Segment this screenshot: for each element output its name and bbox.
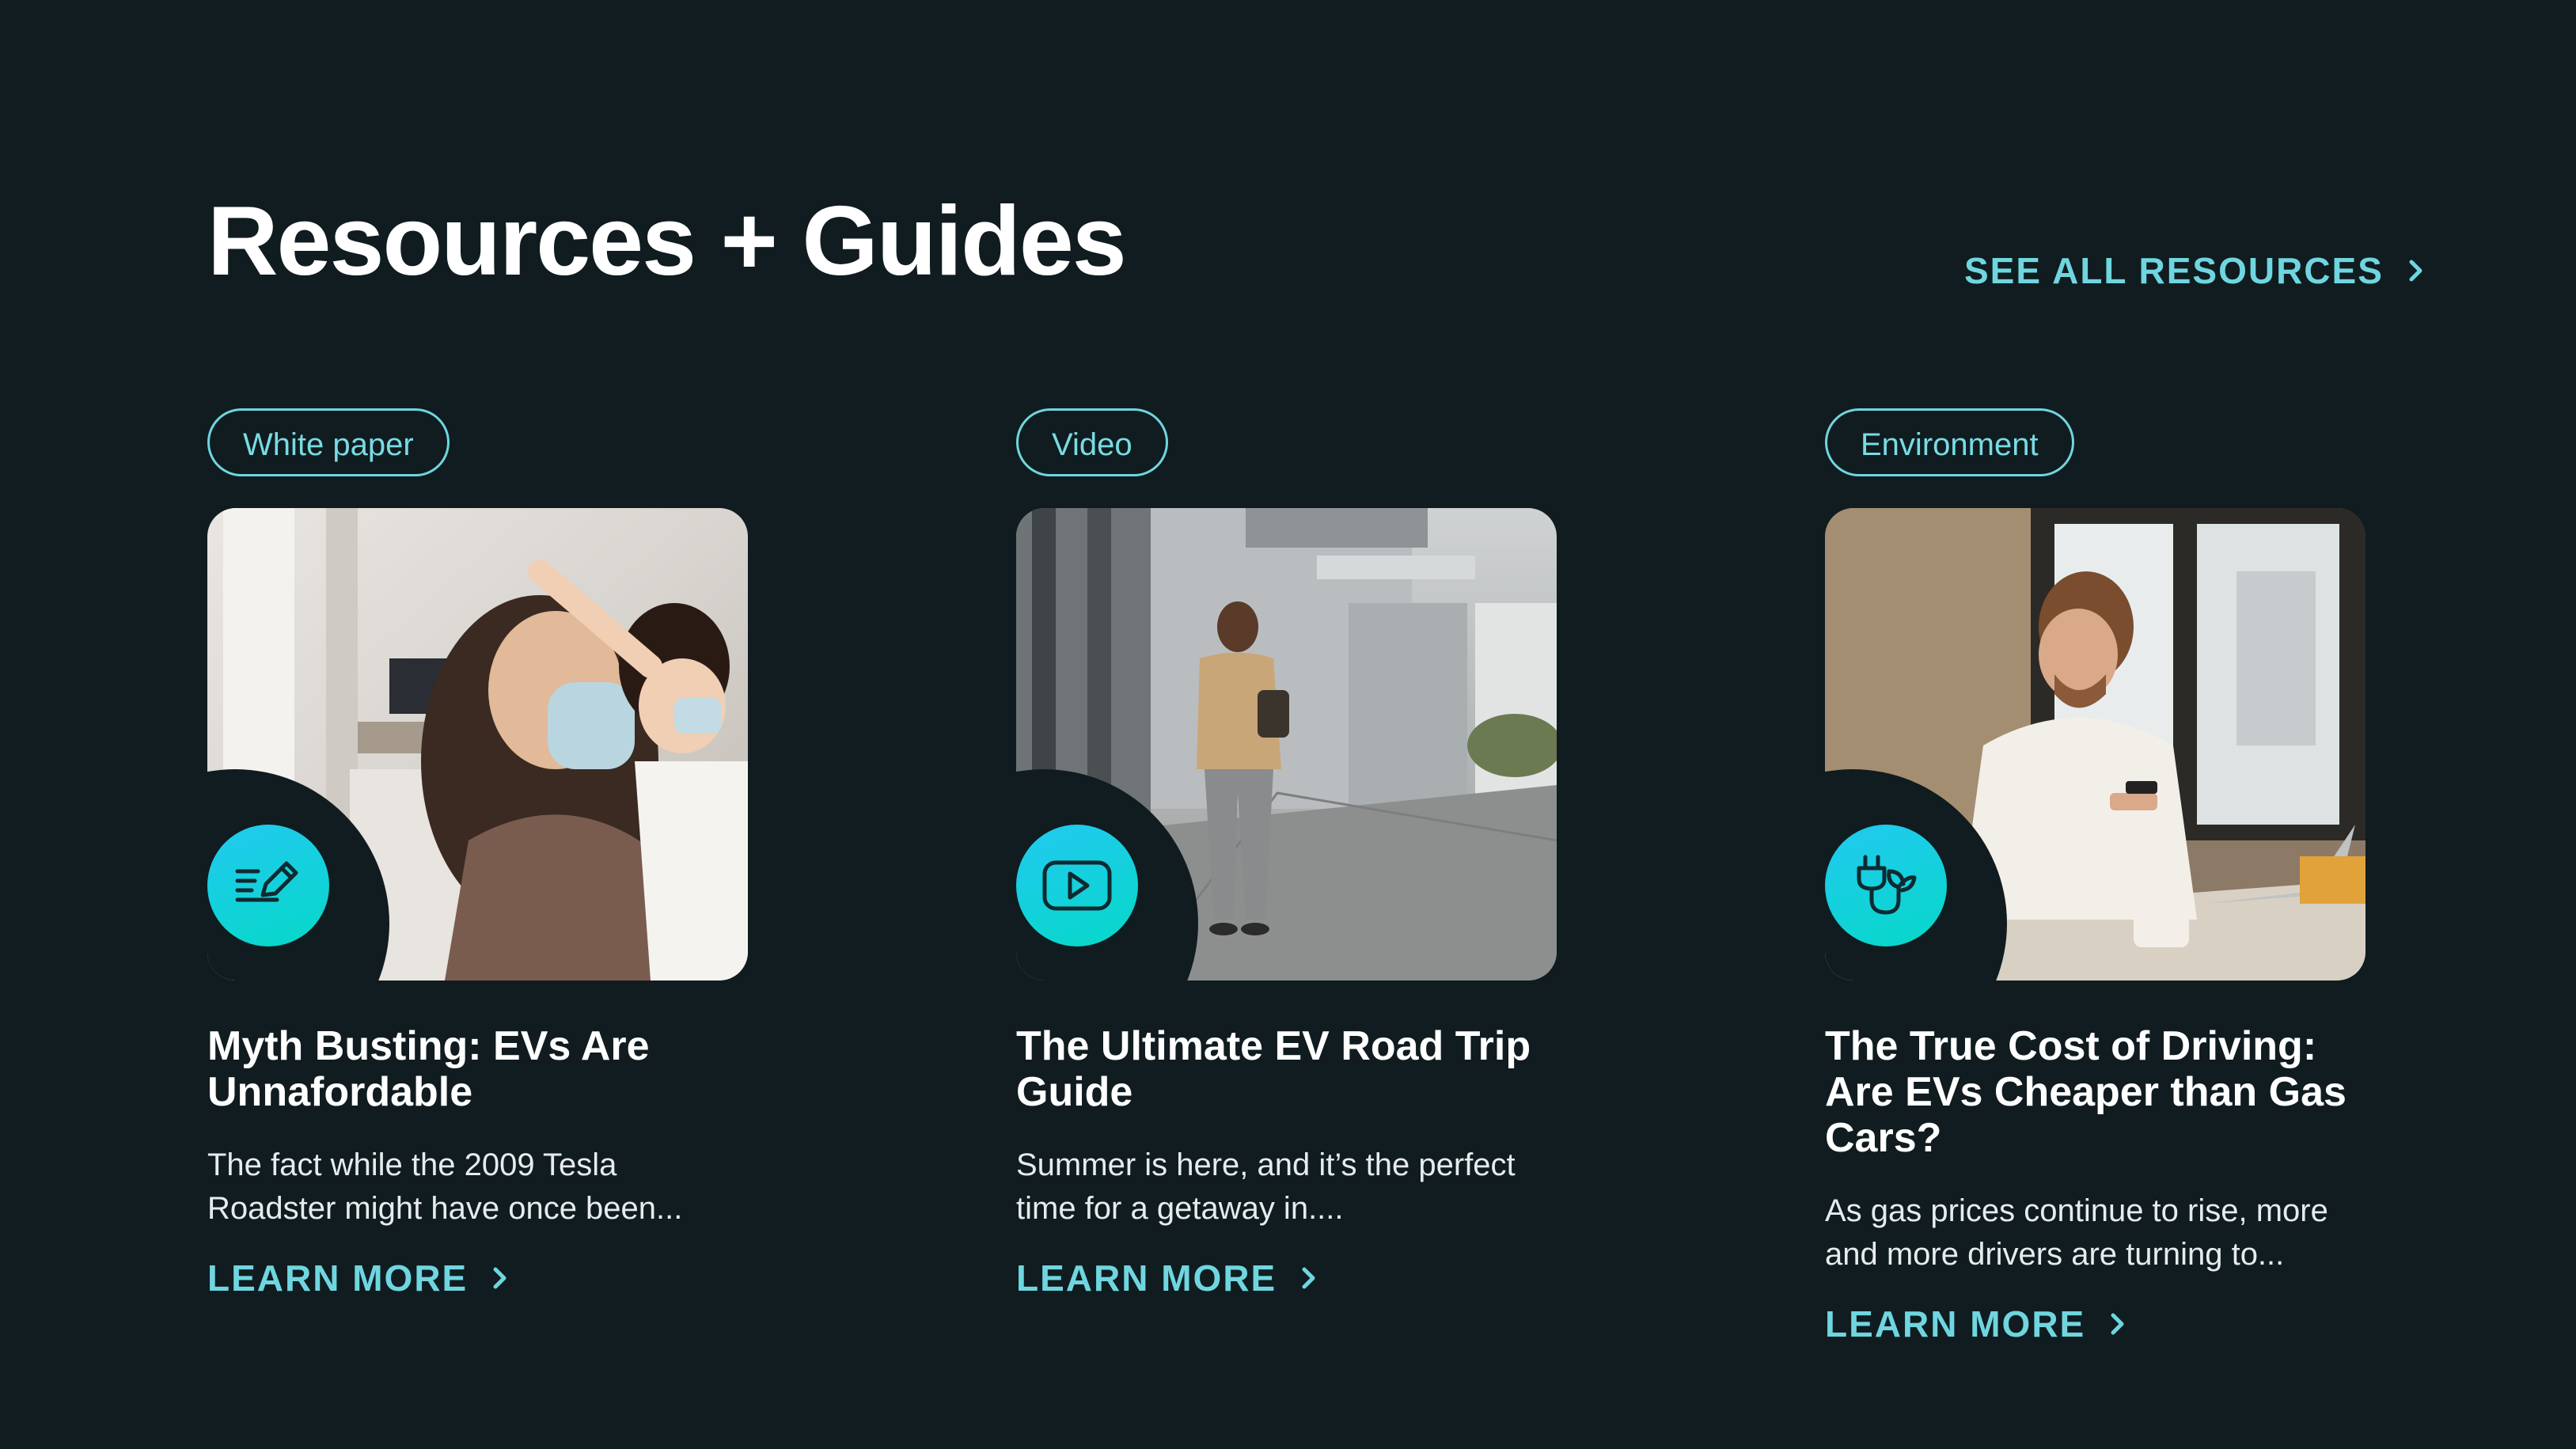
card-title: The Ultimate EV Road Trip Guide [1016, 1023, 1531, 1115]
eco-plug-icon[interactable] [1825, 825, 1947, 946]
resource-card-white-paper: White paper Myth Busting: EVs Are Unnafo… [207, 408, 761, 1302]
chevron-right-icon [1297, 1266, 1321, 1290]
learn-more-label: LEARN MORE [1825, 1303, 2086, 1345]
card-image[interactable] [207, 508, 748, 981]
chevron-right-icon [2404, 259, 2428, 283]
category-tag[interactable]: White paper [207, 408, 450, 476]
see-all-label: SEE ALL RESOURCES [1964, 250, 2384, 291]
learn-more-link[interactable]: LEARN MORE [1016, 1254, 1321, 1302]
card-title: The True Cost of Driving: Are EVs Cheape… [1825, 1023, 2346, 1161]
resource-card-environment: Environment The True Cost of Driving: Ar… [1825, 408, 2379, 1348]
chevron-right-icon [488, 1266, 512, 1290]
category-tag[interactable]: Video [1016, 408, 1168, 476]
learn-more-link[interactable]: LEARN MORE [207, 1254, 512, 1302]
learn-more-label: LEARN MORE [207, 1257, 469, 1299]
resource-card-video: Video The Ultimate EV Road Trip Guide Su… [1016, 408, 1570, 1302]
card-image[interactable] [1016, 508, 1557, 981]
category-tag[interactable]: Environment [1825, 408, 2074, 476]
card-description: As gas prices continue to rise, more and… [1825, 1193, 2328, 1272]
resources-section: Resources + Guides SEE ALL RESOURCES Whi… [0, 0, 2576, 1449]
section-title: Resources + Guides [207, 187, 1127, 296]
card-description: Summer is here, and it’s the perfect tim… [1016, 1147, 1516, 1226]
chevron-right-icon [2106, 1312, 2130, 1336]
see-all-resources-link[interactable]: SEE ALL RESOURCES [1964, 247, 2428, 294]
card-image[interactable] [1825, 508, 2365, 981]
card-description: The fact while the 2009 Tesla Roadster m… [207, 1147, 683, 1226]
play-video-icon[interactable] [1016, 825, 1138, 946]
pen-document-icon[interactable] [207, 825, 329, 946]
learn-more-link[interactable]: LEARN MORE [1825, 1300, 2130, 1348]
card-title: Myth Busting: EVs Are Unnafordable [207, 1023, 650, 1115]
learn-more-label: LEARN MORE [1016, 1257, 1277, 1299]
